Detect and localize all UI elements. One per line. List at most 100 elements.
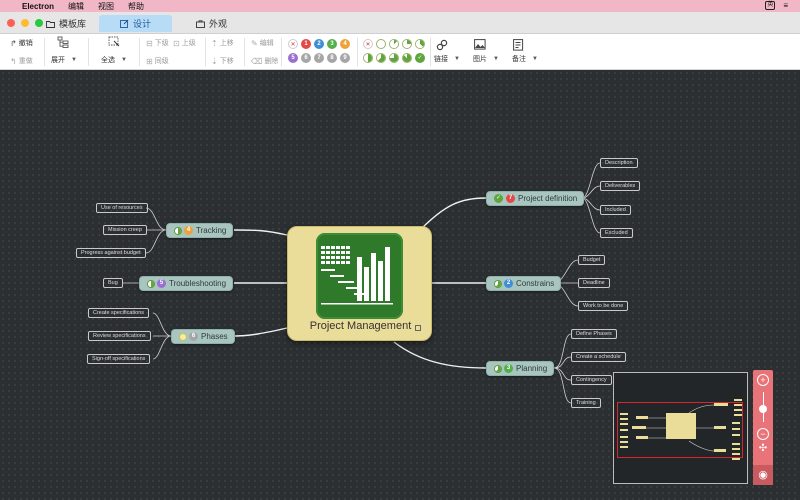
priority-8-icon[interactable]: 8 <box>327 53 337 63</box>
topic-planning[interactable]: 3 Planning <box>486 361 555 376</box>
control-center-icon[interactable]: ≡ <box>783 1 788 10</box>
topic-tracking[interactable]: 4 Tracking <box>166 223 234 238</box>
undo-button[interactable]: ↱ 撤销 <box>10 38 33 48</box>
zoom-slider-handle[interactable] <box>759 405 767 413</box>
redo-button[interactable]: ↰ 重做 <box>10 56 33 66</box>
briefcase-icon <box>196 19 205 28</box>
minimap[interactable] <box>613 372 748 484</box>
input-method-icon[interactable]: 英 <box>765 1 776 10</box>
priority-badge: 5 <box>157 279 166 288</box>
zoom-window-button[interactable] <box>35 19 43 27</box>
arrow-up-icon: ⇡ <box>211 38 218 48</box>
image-button[interactable]: 图片 ▼ <box>473 54 499 64</box>
priority-2-icon[interactable]: 2 <box>314 39 324 49</box>
subtopic[interactable]: Mission creep <box>103 225 147 235</box>
move-up-button[interactable]: ⇡ 上移 <box>211 38 234 48</box>
progress-half-icon[interactable] <box>363 53 373 63</box>
menu-help[interactable]: 帮助 <box>128 1 144 12</box>
tab-strip: 模板库 设计 外观 <box>0 12 800 34</box>
redo-icon: ↰ <box>10 56 17 66</box>
subtopic[interactable]: Bug <box>103 278 123 288</box>
delete-label: 删除 <box>264 58 279 65</box>
progress-5-8-icon[interactable] <box>376 53 386 63</box>
note-button[interactable]: 备注 ▼ <box>512 54 538 64</box>
subtopic[interactable]: Review specifications <box>88 331 151 341</box>
priority-4-icon[interactable]: 4 <box>340 39 350 49</box>
topic-label: Phases <box>201 332 228 341</box>
subtopic[interactable]: Budget <box>578 255 606 265</box>
menubar-tray: 英 ≡ <box>765 1 788 10</box>
subtopic[interactable]: Progress against budget <box>76 248 146 258</box>
select-all-icon <box>108 36 121 48</box>
priority-clear-icon[interactable]: ✕ <box>288 39 298 49</box>
subtopic[interactable]: Training <box>571 398 601 408</box>
progress-3-8-icon[interactable] <box>415 39 425 49</box>
toolbar-divider <box>88 38 89 66</box>
subtopic[interactable]: Create a schedule <box>571 352 626 362</box>
menu-edit[interactable]: 编辑 <box>68 1 84 12</box>
progress-done-icon[interactable]: ✓ <box>415 53 425 63</box>
add-child-button[interactable]: ⊟ 下级 <box>146 38 169 48</box>
subtopic[interactable]: Excluded <box>600 228 633 238</box>
project-management-logo <box>316 233 403 319</box>
tab-appearance[interactable]: 外观 <box>196 15 227 32</box>
zoom-out-button[interactable]: − <box>757 428 769 440</box>
child-label: 下级 <box>154 40 169 47</box>
priority-3-icon[interactable]: 3 <box>327 39 337 49</box>
image-label: 图片 <box>473 56 487 63</box>
subtopic[interactable]: Deliverables <box>600 181 641 191</box>
progress-start-icon[interactable] <box>376 39 386 49</box>
progress-1-8-icon[interactable] <box>389 39 399 49</box>
priority-7-icon[interactable]: 7 <box>314 53 324 63</box>
topic-troubleshooting[interactable]: 5 Troubleshooting <box>139 276 234 291</box>
add-sibling-button[interactable]: ⊞ 同级 <box>146 56 169 66</box>
link-button[interactable]: 链接 ▼ <box>434 54 460 64</box>
move-down-button[interactable]: ⇣ 下移 <box>211 56 234 66</box>
topic-phases[interactable]: 6 Phases <box>171 329 235 344</box>
tab-label: 设计 <box>132 19 151 29</box>
move-down-label: 下移 <box>219 58 234 65</box>
select-all-button[interactable]: 全选 ▼ <box>101 55 127 65</box>
minimap-viewport[interactable] <box>617 402 743 458</box>
priority-9-icon[interactable]: 9 <box>340 53 350 63</box>
subtopic[interactable]: Deadline <box>578 278 610 288</box>
progress-quarter-icon[interactable] <box>402 39 412 49</box>
delete-button[interactable]: ⌫ 删除 <box>251 56 278 66</box>
subtopic[interactable]: Use of resources <box>96 203 148 213</box>
minimize-window-button[interactable] <box>21 19 29 27</box>
tab-template-library[interactable]: 模板库 <box>46 15 86 32</box>
priority-6-icon[interactable]: 6 <box>301 53 311 63</box>
tree-icon <box>57 36 69 48</box>
root-topic[interactable]: Project Management <box>287 226 432 341</box>
expand-button[interactable]: 展开 ▼ <box>51 55 77 65</box>
eye-icon[interactable]: ◉ <box>753 465 773 485</box>
topic-constrains[interactable]: 2 Constrains <box>486 276 562 291</box>
mindmap-canvas[interactable]: Project Management ✓ 7 Project definitio… <box>0 70 800 500</box>
subtopic[interactable]: Work to be done <box>578 301 629 311</box>
menu-app-name[interactable]: Electron <box>22 2 54 11</box>
close-window-button[interactable] <box>7 19 15 27</box>
subtopic[interactable]: Description <box>600 158 638 168</box>
edit-button[interactable]: ✎ 编辑 <box>251 38 274 48</box>
progress-clear-icon[interactable]: ✕ <box>363 39 373 49</box>
chevron-down-icon: ▼ <box>121 57 127 63</box>
progress-7-8-icon[interactable] <box>402 53 412 63</box>
priority-badge: 2 <box>504 279 513 288</box>
subtopic[interactable]: Sign-off specifications <box>87 354 151 364</box>
priority-5-icon[interactable]: 5 <box>288 53 298 63</box>
toolbar-divider <box>44 38 45 66</box>
move-icon[interactable]: ✣ <box>757 444 769 456</box>
subtopic[interactable]: Create specifications <box>88 308 150 318</box>
subtopic[interactable]: Included <box>600 205 631 215</box>
move-up-label: 上移 <box>219 40 234 47</box>
menu-view[interactable]: 视图 <box>98 1 114 12</box>
topic-project-definition[interactable]: ✓ 7 Project definition <box>486 191 585 206</box>
tab-design[interactable]: 设计 <box>99 15 172 32</box>
priority-1-icon[interactable]: 1 <box>301 39 311 49</box>
progress-3-quarter-icon[interactable] <box>389 53 399 63</box>
subtopic[interactable]: Define Phases <box>571 329 617 339</box>
subtopic[interactable]: Contingency <box>571 375 612 385</box>
add-parent-button[interactable]: ⊡ 上级 <box>173 38 196 48</box>
zoom-in-button[interactable]: + <box>757 374 769 386</box>
note-icon[interactable] <box>415 325 421 331</box>
